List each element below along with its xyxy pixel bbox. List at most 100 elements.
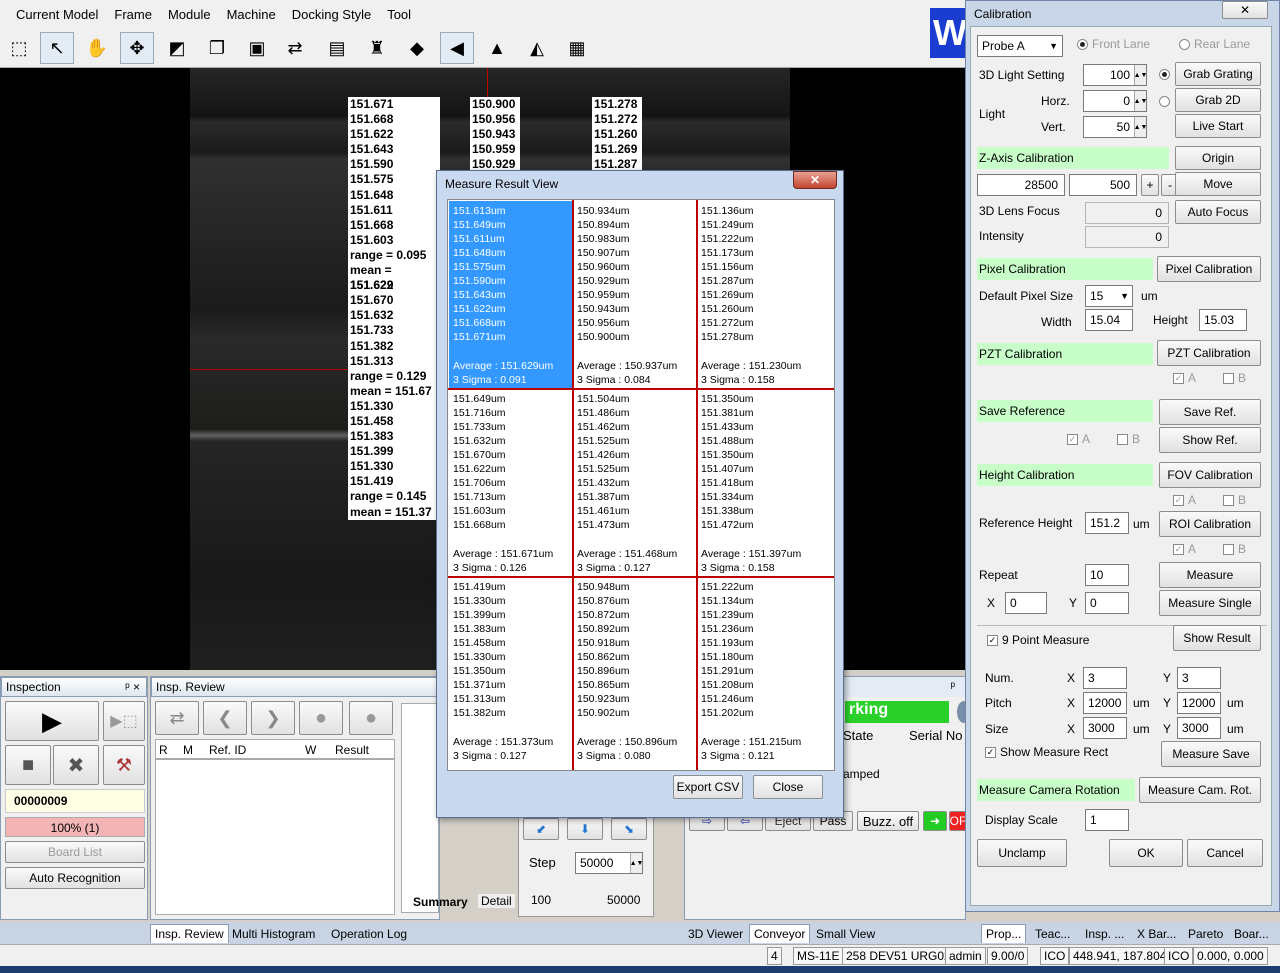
measure-save-button[interactable]: Measure Save (1161, 741, 1261, 767)
show-rect-checkbox[interactable]: ✓ Show Measure Rect (985, 745, 1108, 759)
select-rect-icon[interactable]: ⬚ (2, 32, 36, 64)
tab-teac[interactable]: Teac... (1031, 924, 1074, 943)
tab-pareto[interactable]: Pareto (1184, 924, 1227, 943)
pzt-check-b[interactable]: B (1223, 371, 1246, 385)
light-tilt-icon[interactable]: ◭ (520, 32, 554, 64)
auto-focus-button[interactable]: Auto Focus (1175, 200, 1261, 224)
num-x-input[interactable]: 3 (1083, 667, 1127, 689)
result-cell[interactable]: 151.613um 151.649um 151.611um 151.648um 151.… (449, 201, 572, 388)
speaker-icon[interactable]: ◀ (440, 32, 474, 64)
col-w[interactable]: W (302, 740, 332, 758)
result-cell[interactable]: 150.934um 150.894um 150.983um 150.907um 150.… (573, 201, 696, 388)
arrow-down-icon[interactable]: ⬇ (567, 818, 603, 840)
result-cell[interactable]: 150.948um 150.876um 150.872um 150.892um 150.… (573, 577, 696, 764)
col-result[interactable]: Result (332, 740, 392, 758)
measure-button[interactable]: Measure (1159, 562, 1261, 588)
grab-grating-button[interactable]: Grab Grating (1175, 62, 1261, 86)
reset-x-icon[interactable]: ✖ (53, 745, 99, 785)
pzt-calibration-button[interactable]: PZT Calibration (1157, 340, 1261, 366)
num-y-input[interactable]: 3 (1177, 667, 1221, 689)
menu-frame[interactable]: Frame (106, 7, 160, 22)
grid-plane-icon[interactable]: ▦ (560, 32, 594, 64)
stop-button[interactable]: ■ (5, 745, 51, 785)
measure-single-button[interactable]: Measure Single (1159, 590, 1261, 616)
result-cell[interactable]: 151.350um 151.381um 151.433um 151.488um 151.… (697, 389, 820, 576)
grab2d-button[interactable]: Grab 2D (1175, 88, 1261, 112)
pin-icon[interactable]: ᵖ × (125, 680, 140, 694)
z2-input[interactable]: 500 (1069, 174, 1137, 196)
move-cross-icon[interactable]: ✥ (120, 32, 154, 64)
menu-machine[interactable]: Machine (219, 7, 284, 22)
step-play-icon[interactable]: ▶⬚ (103, 701, 145, 741)
close-icon[interactable]: ✕ (793, 171, 837, 189)
tab-3d-viewer[interactable]: 3D Viewer (684, 924, 747, 943)
color-cube-icon[interactable]: ◆ (400, 32, 434, 64)
result-cell[interactable]: 151.649um 151.716um 151.733um 151.632um 151.… (449, 389, 572, 576)
tab-insp-review[interactable]: Insp. Review (150, 924, 229, 943)
menu-tool[interactable]: Tool (379, 7, 419, 22)
calib-close-icon[interactable]: ✕ (1222, 1, 1268, 19)
dialog-close-button[interactable]: Close (753, 775, 823, 799)
default-pixel-select[interactable]: 15 ▼ (1085, 285, 1133, 307)
size-x-input[interactable]: 3000 (1083, 717, 1127, 739)
tools-icon[interactable]: ⚒ (103, 745, 145, 785)
tab-conveyor[interactable]: Conveyor (749, 924, 811, 943)
tab-boar[interactable]: Boar... (1230, 924, 1273, 943)
vert-input[interactable]: 50 ▲▼ (1083, 116, 1147, 138)
go-arrow-icon[interactable]: ➜ (923, 811, 947, 831)
col-ref-id[interactable]: Ref. ID (206, 740, 302, 758)
window-stack-icon[interactable]: ❐ (200, 32, 234, 64)
pointer-icon[interactable]: ↖ (40, 32, 74, 64)
review-table-body[interactable] (155, 759, 395, 915)
col-m[interactable]: M (180, 740, 206, 758)
menu-current-model[interactable]: Current Model (8, 7, 106, 22)
roi-check-b[interactable]: B (1223, 542, 1246, 556)
repeat-input[interactable]: 10 (1085, 564, 1129, 586)
circle-icon-2[interactable]: ● (349, 701, 393, 735)
grab2d-radio[interactable] (1159, 94, 1174, 108)
tab-multi-histogram[interactable]: Multi Histogram (228, 924, 319, 943)
light3d-input[interactable]: 100 ▲▼ (1083, 64, 1147, 86)
roi-check-a[interactable]: ✓ A (1173, 542, 1196, 556)
x-input[interactable]: 0 (1005, 592, 1047, 614)
size-y-input[interactable]: 3000 (1177, 717, 1221, 739)
menu-docking-style[interactable]: Docking Style (284, 7, 379, 22)
tab-insp[interactable]: Insp. ... (1081, 924, 1128, 943)
pin-icon-2[interactable]: ᵖ (950, 679, 955, 693)
swap-icon[interactable]: ⇄ (155, 701, 199, 735)
tab-small-view[interactable]: Small View (812, 924, 879, 943)
result-cell[interactable]: 151.222um 151.134um 151.239um 151.236um 151.… (697, 577, 820, 764)
rear-lane-radio[interactable]: Rear Lane (1179, 37, 1250, 51)
move-button[interactable]: Move (1175, 172, 1261, 196)
ok-button[interactable]: OK (1109, 839, 1183, 867)
probe-icon[interactable]: ♜ (360, 32, 394, 64)
circle-icon-1[interactable]: ● (299, 701, 343, 735)
cancel-button[interactable]: Cancel (1187, 839, 1263, 867)
width-input[interactable]: 15.04 (1085, 309, 1133, 331)
next-icon[interactable]: ❯ (251, 701, 295, 735)
col-r[interactable]: R (156, 740, 180, 758)
fov-check-b[interactable]: B (1223, 493, 1246, 507)
display-scale-input[interactable]: 1 (1085, 809, 1129, 831)
export-csv-button[interactable]: Export CSV (673, 775, 743, 799)
y-input[interactable]: 0 (1085, 592, 1129, 614)
result-cell[interactable]: 151.136um 151.249um 151.222um 151.173um 151.… (697, 201, 820, 388)
step-input[interactable]: 50000 ▲▼ (575, 852, 643, 874)
swap-arrows-icon[interactable]: ⇄ (278, 32, 312, 64)
horz-input[interactable]: 0 ▲▼ (1083, 90, 1147, 112)
pzt-check-a[interactable]: ✓ A (1173, 371, 1196, 385)
fov-check-a[interactable]: ✓ A (1173, 493, 1196, 507)
pan-icon[interactable]: ✋ (80, 32, 114, 64)
tab-operation-log[interactable]: Operation Log (327, 924, 411, 943)
pixel-calibration-button[interactable]: Pixel Calibration (1157, 256, 1261, 282)
arrow-down-left-icon[interactable]: ⬋ (523, 818, 559, 840)
saveref-check-b[interactable]: B (1117, 432, 1140, 446)
light-up-icon[interactable]: ▲ (480, 32, 514, 64)
origin-button[interactable]: Origin (1175, 146, 1261, 170)
unclamp-button[interactable]: Unclamp (977, 839, 1067, 867)
fov-calibration-button[interactable]: FOV Calibration (1159, 462, 1261, 488)
play-button[interactable]: ▶ (5, 701, 99, 741)
z1-input[interactable]: 28500 (977, 174, 1065, 196)
monitor-icon[interactable]: ▣ (240, 32, 274, 64)
live-start-button[interactable]: Live Start (1175, 114, 1261, 138)
